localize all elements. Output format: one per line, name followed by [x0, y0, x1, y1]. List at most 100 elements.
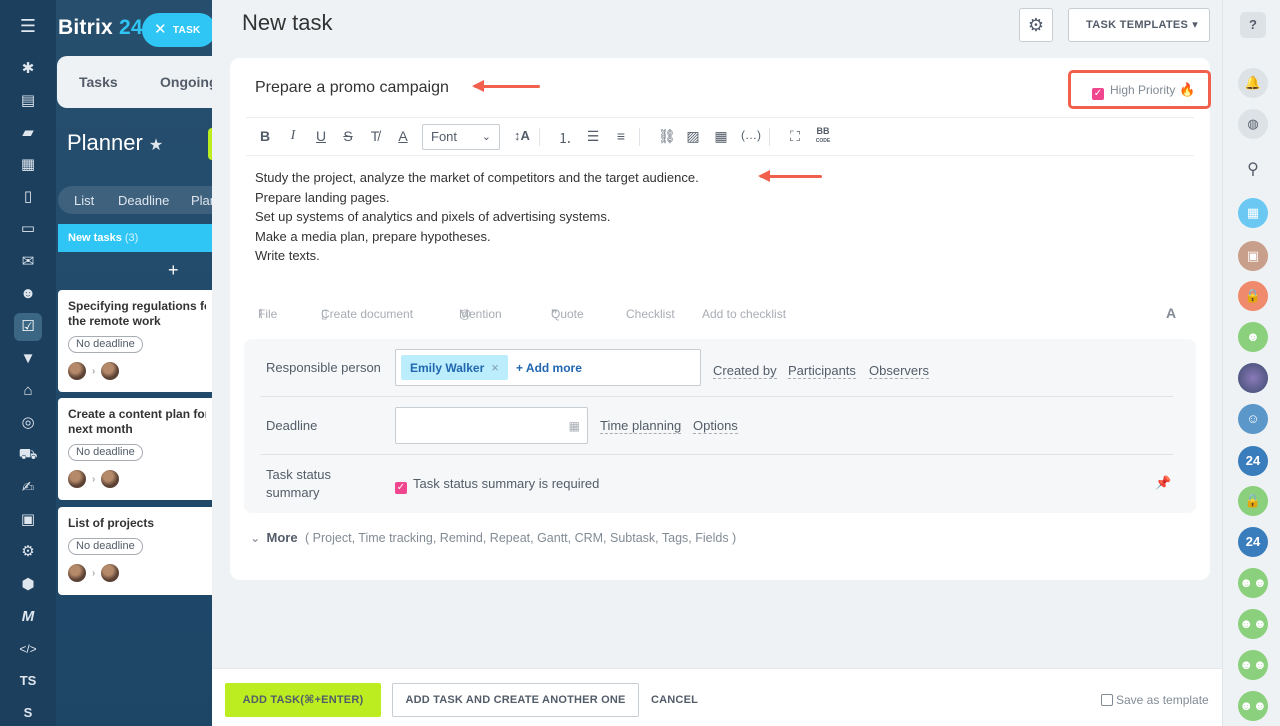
deadline-badge[interactable]: No deadline — [68, 444, 143, 461]
docs-icon[interactable]: ▯ — [16, 185, 40, 209]
close-task-slider-button[interactable]: ✕ TASK — [142, 13, 216, 47]
strikethrough-icon[interactable]: S — [340, 128, 356, 144]
task-templates-button[interactable]: TASK TEMPLATES ▾ — [1068, 8, 1210, 42]
view-list[interactable]: List — [74, 193, 94, 208]
bitrix24-icon[interactable]: 24 — [1238, 446, 1268, 476]
bold-icon[interactable]: B — [257, 128, 273, 144]
link-icon[interactable]: ⛓ — [658, 128, 676, 145]
nav-tab-ongoing[interactable]: Ongoing — [160, 74, 218, 90]
avatar[interactable] — [101, 362, 120, 380]
kanban-card[interactable]: Specifying regulations for the remote wo… — [58, 290, 216, 392]
underline-icon[interactable]: U — [313, 128, 329, 144]
checkbox-icon[interactable] — [1101, 694, 1113, 706]
deadline-input[interactable]: ▦ — [395, 407, 588, 444]
observers-link[interactable]: Observers — [869, 363, 929, 379]
company-icon[interactable]: ⌂ — [16, 379, 40, 403]
automation-icon[interactable]: ⚙ — [16, 540, 40, 564]
checklist-button[interactable]: Checklist — [626, 307, 675, 321]
deadline-badge[interactable]: No deadline — [68, 538, 143, 555]
participants-link[interactable]: Participants — [788, 363, 856, 379]
search-icon[interactable]: ⚲ — [1238, 155, 1268, 185]
add-and-create-another-button[interactable]: ADD TASK AND CREATE ANOTHER ONE — [392, 683, 639, 717]
settings-gear-button[interactable]: ⚙ — [1019, 8, 1053, 42]
text-color-icon[interactable]: A — [395, 128, 411, 144]
calendar-icon[interactable]: ▦ — [16, 153, 40, 177]
text-format-icon[interactable]: A — [1166, 305, 1176, 321]
menu-icon[interactable]: ☰ — [16, 14, 40, 38]
group-icon[interactable]: ☻☻ — [1238, 609, 1268, 639]
crm-filter-icon[interactable]: ▼ — [16, 347, 40, 371]
avatar[interactable] — [1238, 363, 1268, 393]
status-summary-checkbox[interactable]: ✓ Task status summary is required — [395, 475, 599, 494]
options-link[interactable]: Options — [693, 418, 738, 434]
add-more-link[interactable]: + Add more — [516, 361, 582, 375]
bitrix-logo[interactable]: Bitrix 24 — [58, 16, 143, 40]
mail-icon[interactable]: ✉ — [16, 250, 40, 274]
responsible-chip[interactable]: Emily Walker × — [401, 355, 508, 380]
bitrix24-icon[interactable]: 24 — [1238, 527, 1268, 557]
contacts-icon[interactable]: ▣ — [16, 508, 40, 532]
chat-icon[interactable]: ▰ — [16, 121, 40, 145]
lock-icon[interactable]: 🔒 — [1238, 281, 1268, 311]
lock-icon[interactable]: 🔒 — [1238, 486, 1268, 516]
cancel-button[interactable]: CANCEL — [651, 683, 698, 717]
employees-icon[interactable]: ☻ — [16, 282, 40, 306]
group-icon[interactable]: ☻☻ — [1238, 691, 1268, 721]
sign-icon[interactable]: ✍ — [16, 476, 40, 500]
bullet-list-icon[interactable]: ☰ — [585, 128, 601, 145]
kanban-card[interactable]: List of projects No deadline › — [58, 507, 216, 595]
time-planning-link[interactable]: Time planning — [600, 418, 682, 434]
messenger-icon[interactable]: ◍ — [1238, 109, 1268, 139]
group-icon[interactable]: ☻☻ — [1238, 568, 1268, 598]
font-size-icon[interactable]: ↕A — [511, 128, 533, 143]
drive-icon[interactable]: ▭ — [16, 217, 40, 241]
user-icon[interactable]: ☻ — [1238, 322, 1268, 352]
remove-icon[interactable]: × — [491, 360, 499, 375]
numbered-list-icon[interactable]: ⒈ — [557, 128, 573, 148]
calendar-icon[interactable]: ▦ — [569, 419, 580, 433]
help-button[interactable]: ? — [1240, 12, 1266, 38]
pin-icon[interactable]: 📌 — [1155, 475, 1171, 491]
star-icon[interactable]: ★ — [149, 137, 163, 154]
clear-format-icon[interactable]: T̸ — [367, 128, 383, 144]
bbcode-icon[interactable]: BB CODE — [813, 127, 833, 145]
group-icon[interactable]: ☻☻ — [1238, 650, 1268, 680]
table-icon[interactable]: ▦ — [713, 128, 729, 145]
align-icon[interactable]: ≡ — [613, 128, 629, 144]
avatar[interactable] — [101, 564, 120, 582]
tasks-active-icon[interactable]: ☑ — [14, 313, 42, 341]
task-title-input[interactable]: Prepare a promo campaign — [255, 79, 449, 97]
ts-label[interactable]: TS — [16, 669, 40, 693]
responsible-field[interactable]: Emily Walker × + Add more — [395, 349, 701, 386]
deadline-badge[interactable]: No deadline — [68, 336, 143, 353]
avatar[interactable] — [68, 564, 86, 582]
dev-icon[interactable]: </> — [16, 637, 40, 661]
add-task-button[interactable]: ADD TASK(⌘+ENTER) — [225, 683, 381, 717]
marketing-icon[interactable]: M — [16, 605, 40, 629]
description-editor[interactable]: Study the project, analyze the market of… — [255, 168, 699, 266]
avatar[interactable] — [68, 470, 86, 488]
calendar-app-icon[interactable]: ▦ — [1238, 198, 1268, 228]
font-select[interactable]: Font ⌄ — [422, 124, 500, 150]
contact-card-icon[interactable]: ▣ — [1238, 241, 1268, 271]
add-card-icon[interactable]: + — [168, 260, 179, 281]
add-to-checklist-button[interactable]: Add to checklist — [702, 307, 786, 321]
s-label[interactable]: S — [16, 701, 40, 725]
more-section-toggle[interactable]: ⌄ More ( Project, Time tracking, Remind, … — [250, 530, 736, 545]
box-icon[interactable]: ⬢ — [16, 573, 40, 597]
group-chat-icon[interactable]: ☺ — [1238, 404, 1268, 434]
fullscreen-icon[interactable]: ⛶ — [787, 128, 803, 145]
checkbox-checked-icon[interactable]: ✓ — [395, 482, 407, 494]
avatar[interactable] — [101, 470, 120, 488]
tasks-icon[interactable]: ▤ — [16, 89, 40, 113]
bell-icon[interactable]: 🔔 — [1238, 68, 1268, 98]
kanban-card[interactable]: Create a content plan for t next month N… — [58, 398, 216, 500]
view-deadline[interactable]: Deadline — [118, 193, 169, 208]
italic-icon[interactable]: I — [285, 128, 301, 144]
avatar[interactable] — [68, 362, 86, 380]
save-as-template-checkbox[interactable]: Save as template — [1101, 693, 1209, 707]
feed-icon[interactable]: ✱ — [16, 57, 40, 81]
shop-icon[interactable]: ⛟ — [16, 443, 40, 467]
goals-icon[interactable]: ◎ — [16, 411, 40, 435]
code-icon[interactable]: (…) — [739, 128, 763, 142]
